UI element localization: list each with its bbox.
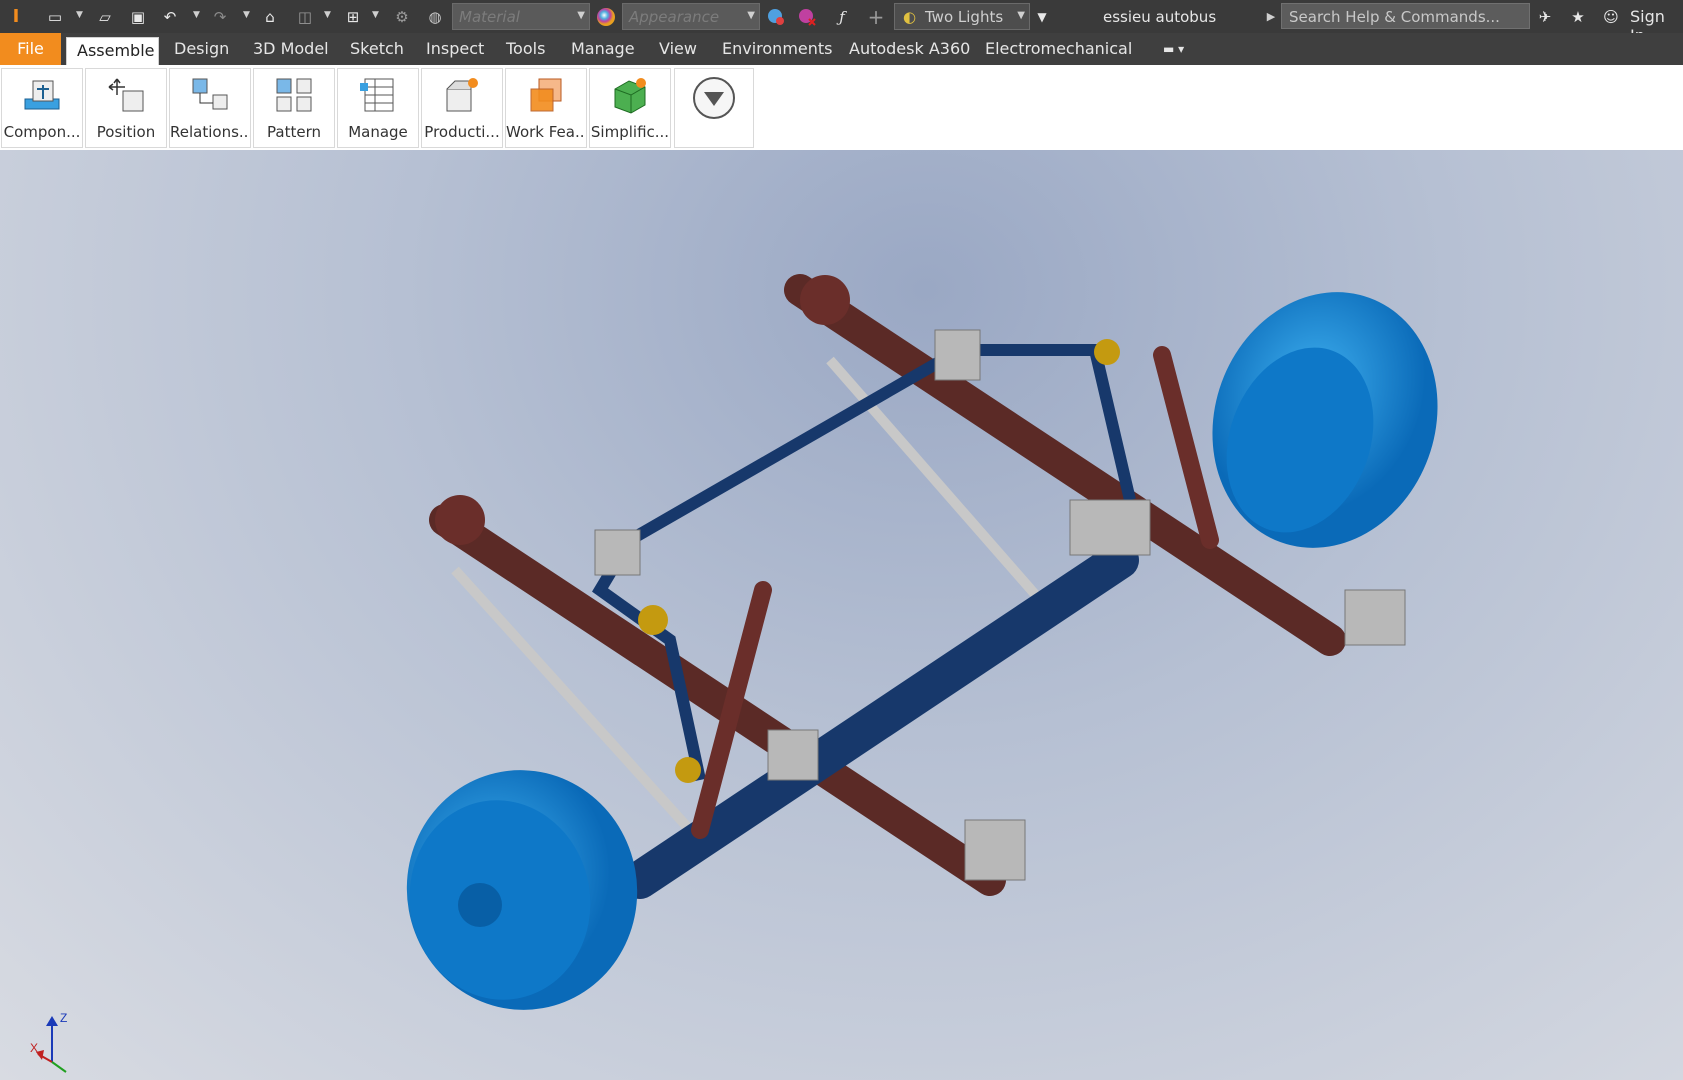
relationships-constraint-icon bbox=[192, 78, 228, 110]
user-icon[interactable]: ☺ bbox=[1601, 7, 1621, 27]
simplification-icon bbox=[614, 78, 646, 114]
undo-icon[interactable]: ↶ bbox=[160, 7, 180, 27]
measure-dropdown-icon[interactable]: ▼ bbox=[372, 10, 379, 20]
undo-dropdown-icon[interactable]: ▼ bbox=[193, 10, 200, 20]
bus-axle-assembly-model[interactable] bbox=[0, 150, 1683, 1080]
ribbon-panel: Compon... Position Relations... Pattern … bbox=[0, 65, 1683, 151]
component-button[interactable]: Compon... bbox=[1, 68, 83, 148]
satellite-icon[interactable]: ✈ bbox=[1535, 7, 1555, 27]
pattern-label: Pattern bbox=[267, 123, 321, 141]
select-dropdown-icon[interactable]: ▼ bbox=[324, 10, 331, 20]
new-file-icon[interactable]: ▭ bbox=[45, 7, 65, 27]
productivity-icon bbox=[446, 78, 478, 112]
update-icon[interactable]: ⚙ bbox=[392, 7, 412, 27]
select-filter-icon[interactable]: ◫ bbox=[295, 7, 315, 27]
chevron-down-circle-icon bbox=[693, 77, 735, 119]
home-icon[interactable]: ⌂ bbox=[260, 7, 280, 27]
measure-icon[interactable]: ⊞ bbox=[343, 7, 363, 27]
view-triad-icon: Z X bbox=[30, 1011, 67, 1073]
component-label: Compon... bbox=[3, 123, 81, 141]
chevron-right-icon[interactable]: ▶ bbox=[1261, 7, 1281, 27]
position-button[interactable]: Position bbox=[85, 68, 167, 148]
manage-button[interactable]: Manage bbox=[337, 68, 419, 148]
chevron-down-icon: ▼ bbox=[747, 10, 755, 21]
new-dropdown-icon[interactable]: ▼ bbox=[76, 10, 83, 20]
material-placeholder: Material bbox=[459, 8, 520, 26]
material-dropdown[interactable]: Material ▼ bbox=[452, 3, 590, 30]
star-icon[interactable]: ★ bbox=[1568, 7, 1588, 27]
search-placeholder: Search Help & Commands... bbox=[1289, 8, 1500, 26]
search-input[interactable]: Search Help & Commands... bbox=[1281, 3, 1530, 29]
tab-environments[interactable]: Environments bbox=[712, 33, 843, 65]
position-label: Position bbox=[96, 123, 156, 141]
tab-electromechanical[interactable]: Electromechanical bbox=[975, 33, 1142, 65]
tab-3d-model[interactable]: 3D Model bbox=[243, 33, 339, 65]
lighting-dropdown[interactable]: Two Lights ◐ ▼ bbox=[894, 3, 1030, 30]
productivity-label: Producti... bbox=[424, 123, 500, 141]
plus-icon[interactable]: + bbox=[866, 7, 886, 27]
relationships-label: Relations... bbox=[170, 123, 250, 141]
manage-bom-icon bbox=[360, 78, 394, 112]
quick-access-toolbar: I ▭ ▼ ▱ ▣ ↶ ▼ ↷ ▼ ⌂ ◫ ▼ ⊞ ▼ ⚙ ◍ Material… bbox=[0, 0, 1683, 45]
work-features-label: Work Fea... bbox=[506, 123, 586, 141]
tab-autodesk-a360[interactable]: Autodesk A360 bbox=[839, 33, 980, 65]
component-icon bbox=[24, 80, 60, 110]
tab-assemble[interactable]: Assemble bbox=[66, 37, 159, 65]
adjust-appearance-icon[interactable] bbox=[766, 7, 786, 27]
redo-icon[interactable]: ↷ bbox=[210, 7, 230, 27]
work-features-button[interactable]: Work Fea... bbox=[505, 68, 587, 148]
productivity-button[interactable]: Producti... bbox=[421, 68, 503, 148]
document-title: essieu autobus bbox=[1103, 8, 1217, 26]
light-bulb-icon: ◐ bbox=[903, 8, 917, 26]
customize-qat-icon[interactable]: ▼ bbox=[1032, 7, 1052, 27]
tab-tools[interactable]: Tools bbox=[496, 33, 555, 65]
simplification-button[interactable]: Simplific... bbox=[589, 68, 671, 148]
pattern-button[interactable]: Pattern bbox=[253, 68, 335, 148]
tab-sketch[interactable]: Sketch bbox=[340, 33, 414, 65]
ribbon-expand-button[interactable] bbox=[674, 68, 754, 148]
open-folder-icon[interactable]: ▱ bbox=[95, 7, 115, 27]
appearance-dropdown[interactable]: Appearance ▼ bbox=[622, 3, 760, 30]
tab-manage[interactable]: Manage bbox=[561, 33, 645, 65]
graphics-viewport[interactable]: Z X bbox=[0, 150, 1683, 1080]
work-features-icon bbox=[530, 78, 562, 112]
panel-visibility-icon[interactable]: ▬ ▾ bbox=[1153, 33, 1194, 65]
redo-dropdown-icon[interactable]: ▼ bbox=[243, 10, 250, 20]
chevron-down-icon: ▼ bbox=[1017, 10, 1025, 21]
clear-appearance-icon[interactable] bbox=[797, 7, 817, 27]
chevron-down-icon: ▼ bbox=[577, 10, 585, 21]
triad-z-label: Z bbox=[60, 1011, 67, 1025]
globe-icon[interactable]: ◍ bbox=[425, 7, 445, 27]
tab-view[interactable]: View bbox=[649, 33, 707, 65]
tab-design[interactable]: Design bbox=[164, 33, 239, 65]
tab-inspect[interactable]: Inspect bbox=[416, 33, 494, 65]
lighting-label: Two Lights bbox=[925, 8, 1004, 26]
inventor-logo-icon[interactable]: I bbox=[6, 7, 26, 27]
save-icon[interactable]: ▣ bbox=[128, 7, 148, 27]
manage-label: Manage bbox=[348, 123, 408, 141]
relationships-button[interactable]: Relations... bbox=[169, 68, 251, 148]
appearance-placeholder: Appearance bbox=[629, 8, 720, 26]
position-move-icon bbox=[108, 78, 144, 112]
simplification-label: Simplific... bbox=[590, 123, 670, 141]
pattern-grid-icon bbox=[276, 78, 312, 112]
tab-file[interactable]: File bbox=[0, 33, 61, 65]
ribbon-tabs: File Assemble Design 3D Model Sketch Ins… bbox=[0, 33, 1683, 65]
triad-x-label: X bbox=[30, 1041, 38, 1055]
fx-parameters-icon[interactable]: ƒ bbox=[832, 7, 852, 27]
appearance-ball-icon[interactable] bbox=[596, 7, 616, 27]
